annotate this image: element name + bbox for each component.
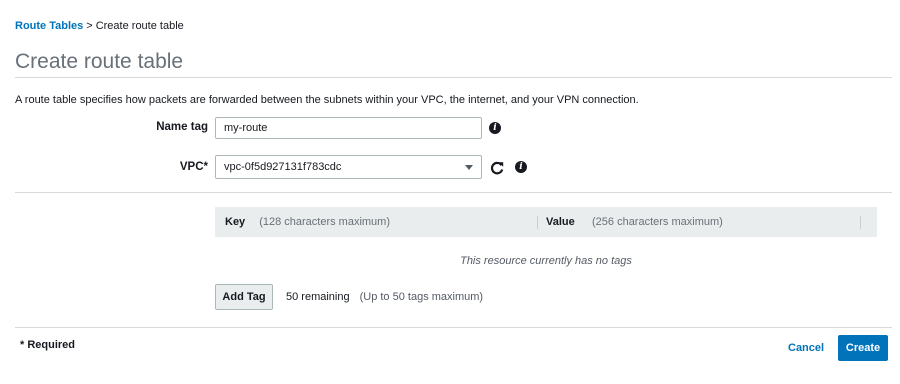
cancel-button[interactable]: Cancel	[788, 342, 824, 354]
tags-remaining-count: 50 remaining	[286, 291, 350, 303]
vpc-info-icon[interactable]: i	[515, 161, 527, 173]
breadcrumb: Route Tables > Create route table	[15, 20, 184, 32]
tags-empty-message: This resource currently has no tags	[460, 255, 632, 267]
column-divider	[537, 216, 538, 229]
refresh-icon[interactable]	[489, 160, 505, 176]
tag-value-header: Value	[546, 216, 575, 228]
tags-remaining: 50 remaining (Up to 50 tags maximum)	[286, 291, 483, 303]
tag-value-hint: (256 characters maximum)	[592, 216, 723, 228]
section-divider	[15, 192, 892, 193]
breadcrumb-current: Create route table	[95, 20, 184, 32]
page-description: A route table specifies how packets are …	[15, 94, 639, 106]
tags-remaining-hint: (Up to 50 tags maximum)	[359, 291, 484, 303]
name-tag-label: Name tag	[156, 121, 208, 133]
info-icon[interactable]: i	[489, 122, 501, 134]
tag-key-hint: (128 characters maximum)	[259, 216, 391, 228]
title-divider	[15, 77, 892, 78]
vpc-select[interactable]: vpc-0f5d927131f783cdc	[215, 155, 482, 179]
breadcrumb-separator: >	[86, 20, 93, 32]
chevron-down-icon	[465, 164, 473, 170]
tag-key-header: Key	[225, 216, 246, 228]
vpc-selected-value: vpc-0f5d927131f783cdc	[224, 161, 342, 173]
tags-table-header: Key (128 characters maximum) Value (256 …	[215, 207, 877, 237]
footer-divider	[15, 327, 892, 328]
required-note: * Required	[20, 339, 76, 351]
page-title: Create route table	[15, 50, 184, 73]
add-tag-button[interactable]: Add Tag	[215, 284, 273, 310]
vpc-label: VPC*	[179, 161, 208, 173]
create-button[interactable]: Create	[838, 335, 888, 361]
column-divider	[860, 216, 861, 229]
breadcrumb-route-tables-link[interactable]: Route Tables	[15, 20, 83, 32]
name-tag-input[interactable]	[215, 117, 482, 139]
